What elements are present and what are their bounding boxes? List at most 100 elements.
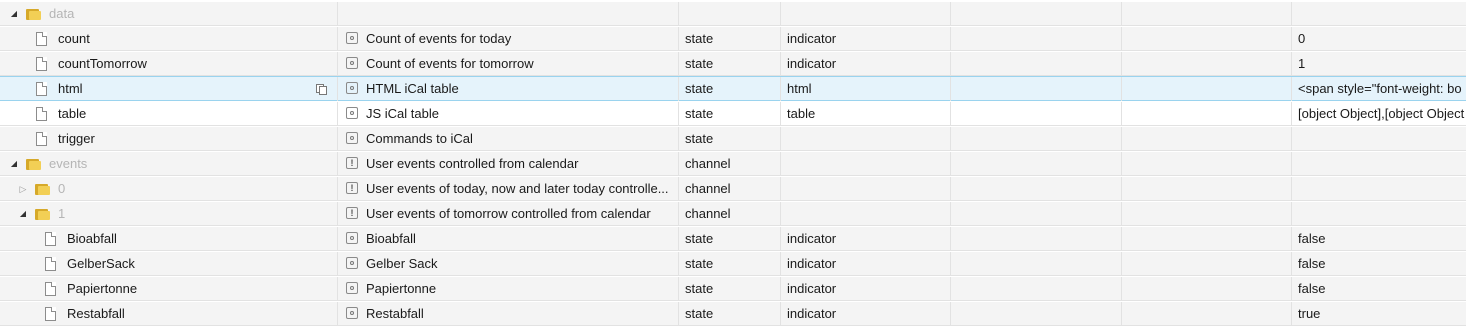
room-cell[interactable] xyxy=(951,202,1122,226)
role-cell xyxy=(781,152,951,176)
type: state xyxy=(685,31,714,46)
function-cell[interactable] xyxy=(1122,152,1292,176)
tree-row-trigger[interactable]: trigger Commands to iCal state xyxy=(0,127,1466,151)
function-cell[interactable] xyxy=(1122,277,1292,301)
expand-down-icon[interactable]: ◢ xyxy=(17,202,29,226)
role: indicator xyxy=(787,31,837,46)
function-cell[interactable] xyxy=(1122,252,1292,276)
name-cell: countTomorrow xyxy=(0,52,338,76)
object-name: events xyxy=(49,156,88,171)
room-cell[interactable] xyxy=(951,302,1122,326)
room-cell[interactable] xyxy=(951,177,1122,201)
value-cell[interactable]: 1 xyxy=(1292,52,1466,76)
value-cell[interactable]: false xyxy=(1292,252,1466,276)
tree-row-0[interactable]: ▷ 0 User events of today, now and later … xyxy=(0,177,1466,201)
name-cell: trigger xyxy=(0,127,338,151)
role: table xyxy=(787,106,816,121)
description: Count of events for tomorrow xyxy=(366,56,534,71)
copy-icon[interactable] xyxy=(316,84,327,95)
function-cell[interactable] xyxy=(1122,2,1292,26)
value-cell[interactable]: [object Object],[object Object xyxy=(1292,102,1466,126)
object-name: 1 xyxy=(58,206,66,221)
value-cell[interactable]: false xyxy=(1292,277,1466,301)
room-cell[interactable] xyxy=(951,252,1122,276)
tree-row-count[interactable]: count Count of events for today state in… xyxy=(0,27,1466,51)
tree-row-table[interactable]: table JS iCal table state table [object … xyxy=(0,102,1466,126)
value: 0 xyxy=(1298,31,1306,46)
tree-row-data[interactable]: ◢ data xyxy=(0,2,1466,26)
role-cell: html xyxy=(781,77,951,101)
room-cell[interactable] xyxy=(951,102,1122,126)
object-name: table xyxy=(58,106,87,121)
function-cell[interactable] xyxy=(1122,52,1292,76)
role-cell: indicator xyxy=(781,52,951,76)
value-cell[interactable]: <span style="font-weight: bo xyxy=(1292,77,1466,101)
role-cell xyxy=(781,127,951,151)
role-cell: table xyxy=(781,102,951,126)
type-cell: state xyxy=(679,52,781,76)
state-type-icon xyxy=(346,82,358,94)
state-type-icon xyxy=(346,107,358,119)
description-cell: Commands to iCal xyxy=(338,127,679,151)
function-cell[interactable] xyxy=(1122,302,1292,326)
value-cell[interactable] xyxy=(1292,152,1466,176)
type: state xyxy=(685,306,714,321)
room-cell[interactable] xyxy=(951,2,1122,26)
object-name: 0 xyxy=(58,181,66,196)
expand-down-icon[interactable]: ◢ xyxy=(8,152,20,176)
value-cell[interactable] xyxy=(1292,2,1466,26)
room-cell[interactable] xyxy=(951,77,1122,101)
function-cell[interactable] xyxy=(1122,27,1292,51)
type: state xyxy=(685,81,714,96)
tree-row-1[interactable]: ◢ 1 User events of tomorrow controlled f… xyxy=(0,202,1466,226)
value-cell[interactable] xyxy=(1292,177,1466,201)
description-cell: User events of tomorrow controlled from … xyxy=(338,202,679,226)
tree-row-bioabfall[interactable]: Bioabfall Bioabfall state indicator fals… xyxy=(0,227,1466,251)
function-cell[interactable] xyxy=(1122,177,1292,201)
tree-row-events[interactable]: ◢ events User events controlled from cal… xyxy=(0,152,1466,176)
function-cell[interactable] xyxy=(1122,127,1292,151)
type-cell: state xyxy=(679,102,781,126)
role-cell: indicator xyxy=(781,227,951,251)
value-cell[interactable]: false xyxy=(1292,227,1466,251)
room-cell[interactable] xyxy=(951,127,1122,151)
tree-row-restabfall[interactable]: Restabfall Restabfall state indicator tr… xyxy=(0,302,1466,326)
tree-row-counttomorrow[interactable]: countTomorrow Count of events for tomorr… xyxy=(0,52,1466,76)
expand-down-icon[interactable]: ◢ xyxy=(8,2,20,26)
type: state xyxy=(685,231,714,246)
description: User events of tomorrow controlled from … xyxy=(366,206,651,221)
value-cell[interactable]: 0 xyxy=(1292,27,1466,51)
description: Bioabfall xyxy=(366,231,416,246)
room-cell[interactable] xyxy=(951,152,1122,176)
state-type-icon xyxy=(346,257,358,269)
expand-right-icon[interactable]: ▷ xyxy=(17,177,29,201)
value: <span style="font-weight: bo xyxy=(1298,81,1462,96)
description-cell: Count of events for today xyxy=(338,27,679,51)
tree-row-papiertonne[interactable]: Papiertonne Papiertonne state indicator … xyxy=(0,277,1466,301)
object-name: GelberSack xyxy=(67,256,135,271)
file-icon xyxy=(45,307,56,321)
description: Count of events for today xyxy=(366,31,512,46)
function-cell[interactable] xyxy=(1122,77,1292,101)
name-cell: ◢ 1 xyxy=(0,202,338,226)
room-cell[interactable] xyxy=(951,227,1122,251)
file-icon xyxy=(36,82,47,96)
tree-row-html[interactable]: html HTML iCal table state html <span st… xyxy=(0,76,1466,101)
room-cell[interactable] xyxy=(951,277,1122,301)
object-name: Restabfall xyxy=(67,306,125,321)
value-cell[interactable]: true xyxy=(1292,302,1466,326)
value: false xyxy=(1298,256,1326,271)
value-cell[interactable] xyxy=(1292,127,1466,151)
function-cell[interactable] xyxy=(1122,102,1292,126)
function-cell[interactable] xyxy=(1122,227,1292,251)
name-cell: html xyxy=(0,77,338,101)
value-cell[interactable] xyxy=(1292,202,1466,226)
function-cell[interactable] xyxy=(1122,202,1292,226)
object-name: Papiertonne xyxy=(67,281,138,296)
name-cell: Bioabfall xyxy=(0,227,338,251)
tree-row-gelbersack[interactable]: GelberSack Gelber Sack state indicator f… xyxy=(0,252,1466,276)
folder-icon xyxy=(26,158,41,170)
value: false xyxy=(1298,281,1326,296)
room-cell[interactable] xyxy=(951,27,1122,51)
room-cell[interactable] xyxy=(951,52,1122,76)
